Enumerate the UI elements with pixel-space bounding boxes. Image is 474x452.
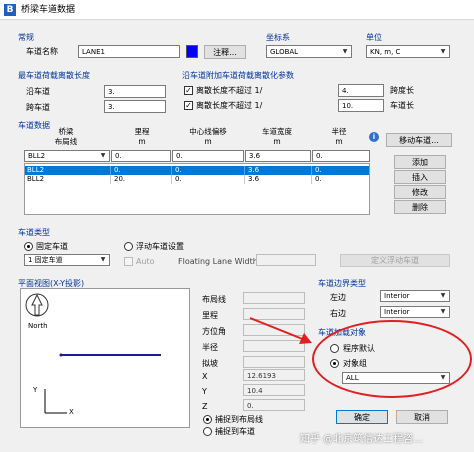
- cancel-button[interactable]: 取消: [396, 410, 448, 424]
- ok-button[interactable]: 确定: [336, 410, 388, 424]
- watermark-text: 知乎 @北京筑信达工程咨...: [300, 434, 423, 445]
- annotation-arrow-line: [249, 317, 306, 341]
- annotation-ellipse: [312, 320, 472, 398]
